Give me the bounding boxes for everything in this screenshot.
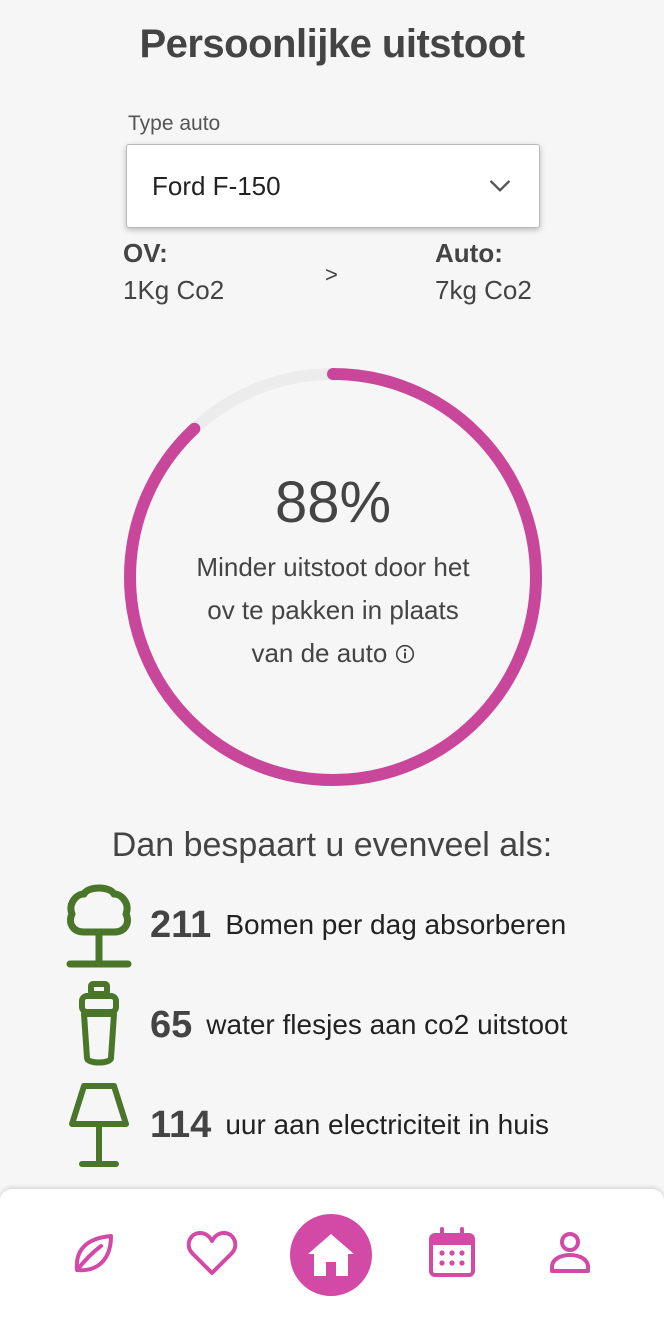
savings-title: Dan bespaart u evenveel als: [111,826,553,864]
reduction-summary: 88% Minder uitstoot door het ov te pakke… [122,366,544,788]
reduction-percent: 88% [274,470,392,535]
car-type-label: Type auto [128,112,221,135]
car-title: Auto: [435,238,503,268]
nav-item-profile[interactable] [544,1227,596,1279]
reduction-description: Minder uitstoot door het ov te pakken in… [188,546,478,675]
car-type-select[interactable]: Ford F-150 [126,144,540,228]
saving-item-water-bottles: 65 water flesjes aan co2 uitstoot [66,980,567,1070]
leaf-icon [74,1234,113,1273]
chevron-down-icon [490,180,510,192]
page-title: Persoonlijke uitstoot [139,22,525,66]
car-type-value: Ford F-150 [152,170,281,201]
ov-value: 1Kg Co2 [123,275,225,305]
saving-number: 114 [150,1103,212,1146]
user-icon [550,1232,590,1273]
home-icon [308,1234,354,1276]
saving-text: uur aan electriciteit in huis [225,1109,550,1140]
car-emission: Auto: 7kg Co2 [435,238,532,306]
saving-text: Bomen per dag absorberen [225,909,567,940]
calendar-icon [429,1227,475,1277]
water-bottle-icon [79,981,119,1066]
comparison-operator: > [325,262,338,287]
nav-item-leaf[interactable] [66,1227,120,1281]
reduction-description-text: Minder uitstoot door het ov te pakken in… [196,552,470,668]
saving-number: 211 [150,903,212,946]
bottom-navigation [0,1189,664,1318]
nav-item-favorites[interactable] [184,1225,240,1281]
saving-number: 65 [150,1003,193,1046]
saving-text: water flesjes aan co2 uitstoot [206,1009,568,1040]
lamp-icon [69,1083,129,1167]
ov-title: OV: [123,238,168,268]
heart-icon [186,1231,238,1275]
saving-item-trees: 211 Bomen per dag absorberen [66,880,566,970]
nav-item-calendar[interactable] [426,1225,478,1281]
info-icon[interactable] [395,644,415,664]
nav-item-home[interactable] [290,1214,372,1296]
ov-emission: OV: 1Kg Co2 [123,238,224,306]
tree-icon [66,884,132,968]
car-value: 7kg Co2 [435,275,532,305]
saving-item-electricity: 114 uur aan electriciteit in huis [66,1080,549,1170]
